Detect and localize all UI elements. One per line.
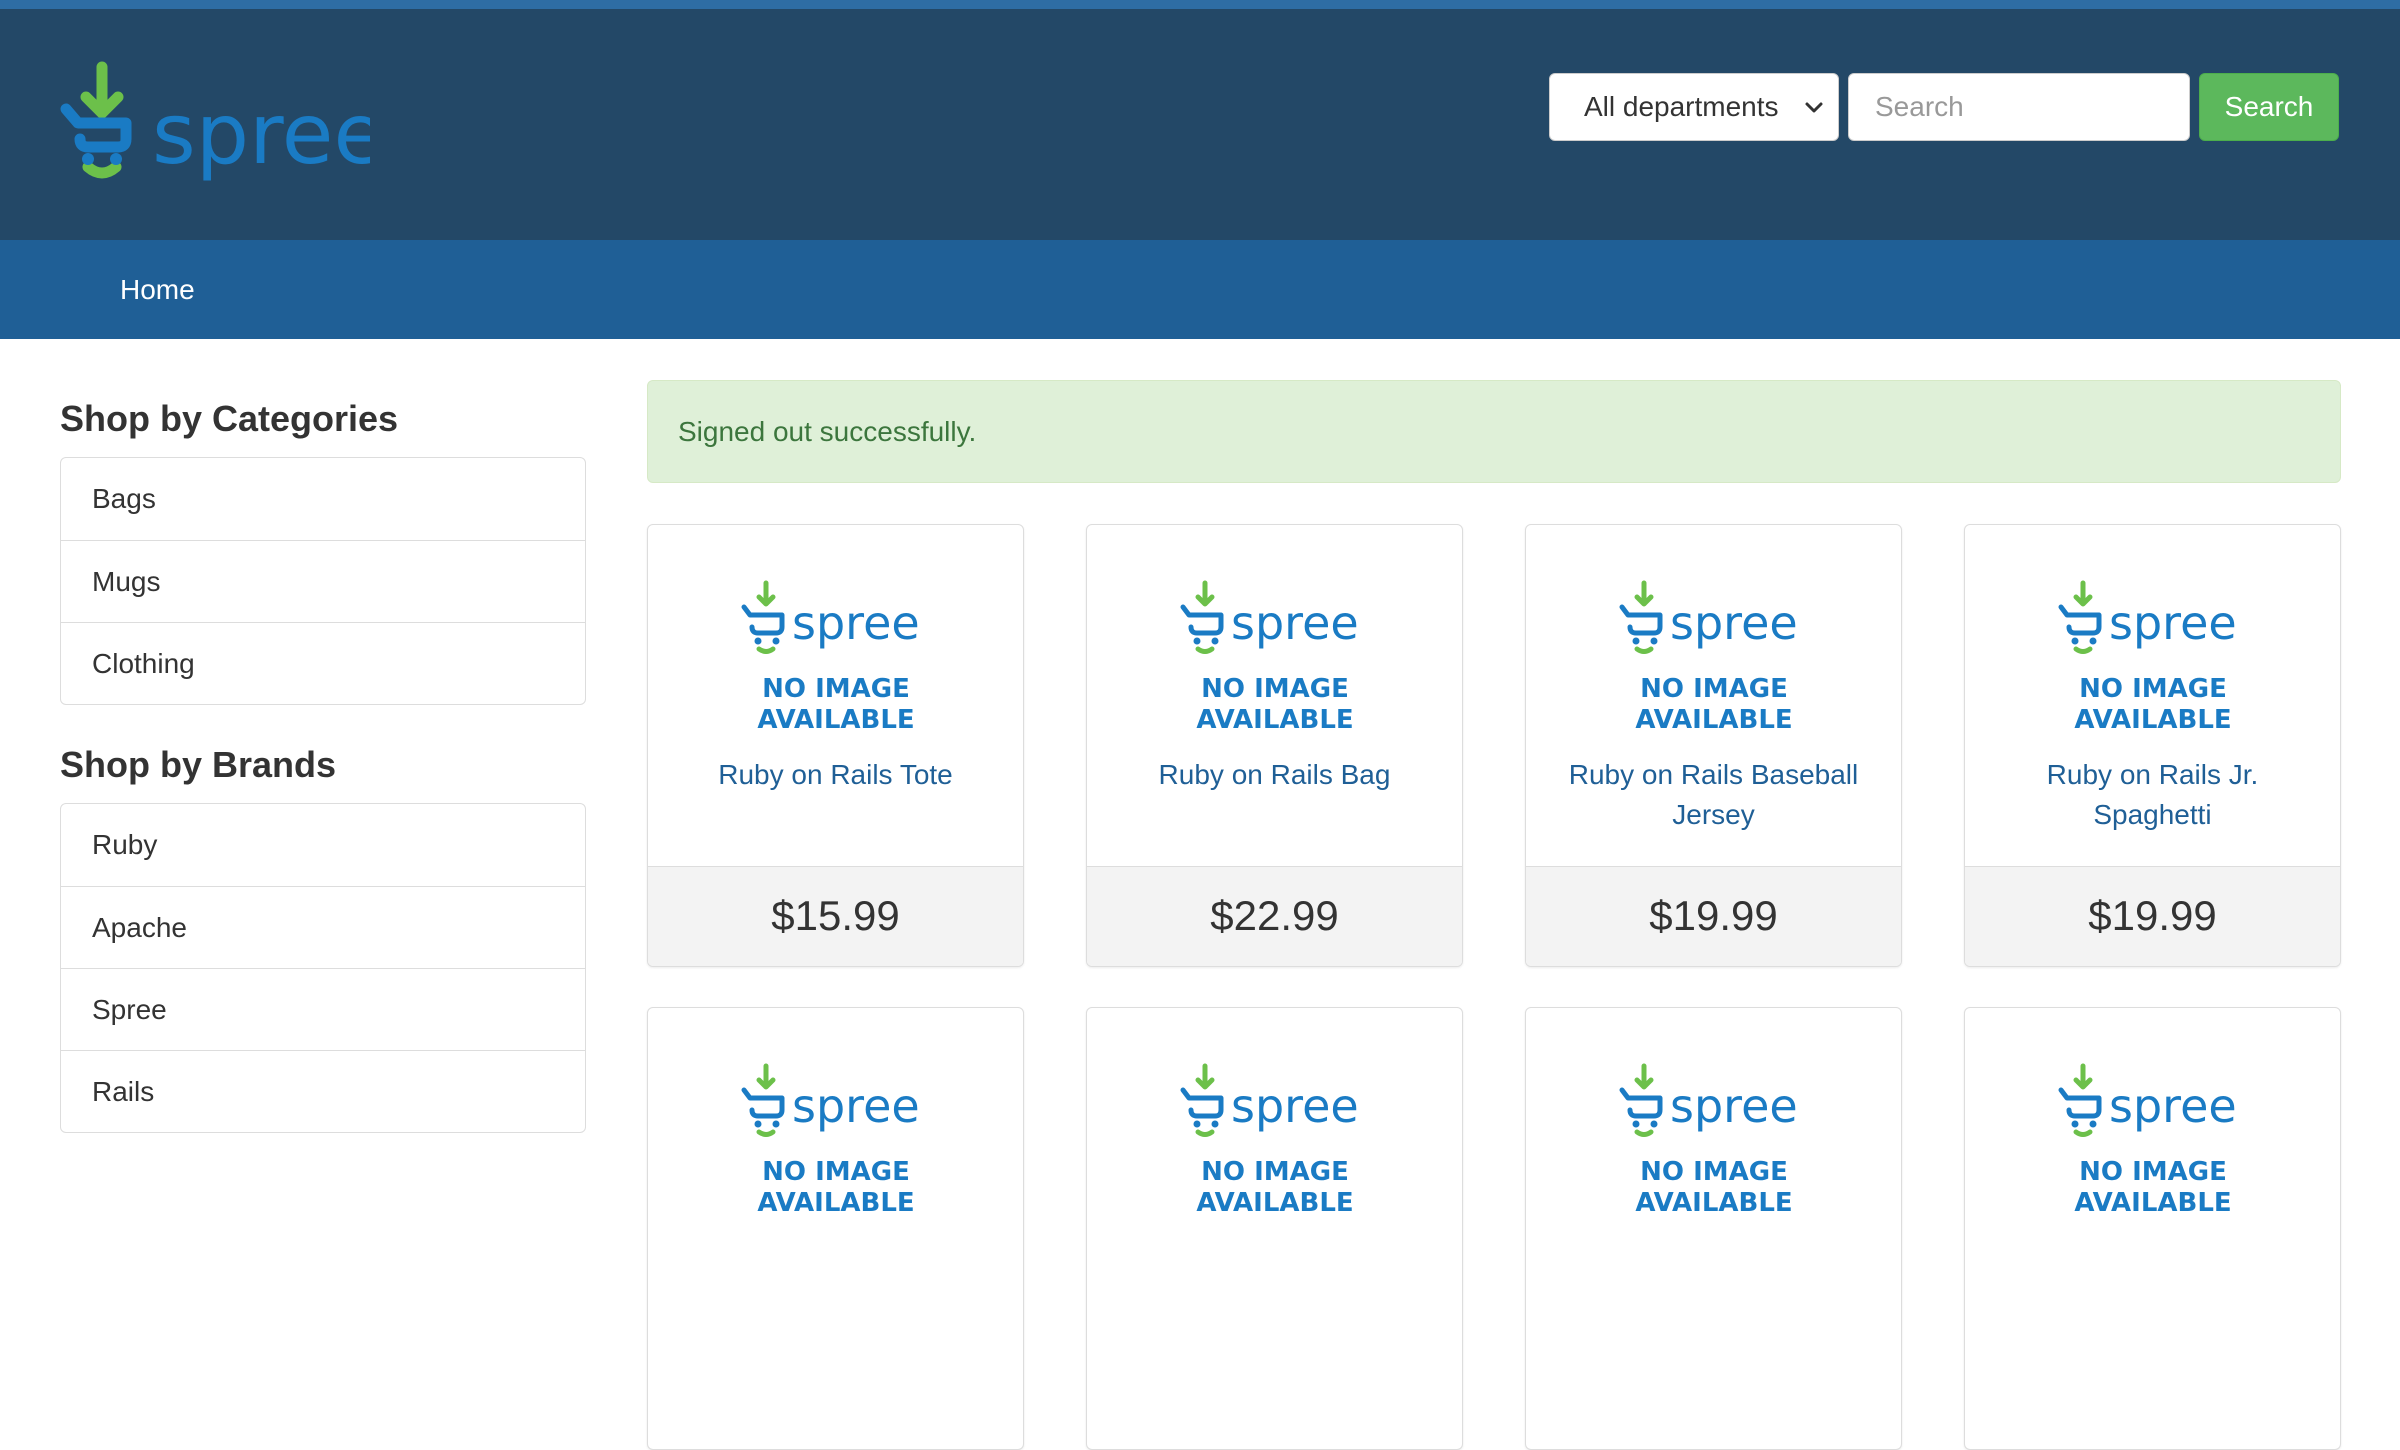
placeholder-line-1: NO IMAGE (1640, 674, 1788, 704)
placeholder-line-2: AVAILABLE (757, 705, 914, 731)
placeholder-line-2: AVAILABLE (1635, 1188, 1792, 1214)
product-name-link[interactable]: Ruby on Rails Bag (1107, 755, 1442, 795)
product-price: $22.99 (1087, 866, 1462, 966)
search-input[interactable] (1848, 73, 2190, 141)
top-accent-line (0, 0, 2400, 9)
product-price: $15.99 (648, 866, 1023, 966)
search-bar: All departments Search (1549, 73, 2339, 141)
department-select-value: All departments (1584, 91, 1779, 122)
category-item-bags[interactable]: Bags (61, 458, 585, 540)
flash-success-alert: Signed out successfully. (647, 380, 2341, 483)
categories-list: Bags Mugs Clothing (60, 457, 586, 705)
spree-logo[interactable]: spree (60, 61, 370, 189)
placeholder-brand-text: spree (1670, 1079, 1798, 1133)
placeholder-line-2: AVAILABLE (1635, 705, 1792, 731)
product-card[interactable]: spree NO IMAGE AVAILABLE Ruby on Rails B… (1086, 524, 1463, 967)
nav-home-link[interactable]: Home (120, 240, 195, 339)
placeholder-line-2: AVAILABLE (2074, 1188, 2231, 1214)
product-name-link[interactable]: Ruby on Rails Tote (668, 755, 1003, 795)
site-header: spree All departments Search (0, 9, 2400, 240)
placeholder-brand-text: spree (792, 596, 920, 650)
placeholder-line-2: AVAILABLE (1196, 705, 1353, 731)
brands-heading: Shop by Brands (60, 744, 337, 785)
no-image-placeholder: spree NO IMAGE AVAILABLE (2057, 579, 2249, 731)
placeholder-brand-text: spree (1231, 1079, 1359, 1133)
product-name-link[interactable]: Ruby on Rails Jr. Spaghetti (1985, 755, 2320, 835)
placeholder-brand-text: spree (2109, 596, 2237, 650)
placeholder-line-1: NO IMAGE (762, 674, 910, 704)
product-card[interactable]: spree NO IMAGE AVAILABLE (647, 1007, 1024, 1450)
placeholder-line-1: NO IMAGE (1201, 674, 1349, 704)
brand-item-ruby[interactable]: Ruby (61, 804, 585, 886)
brands-list: Ruby Apache Spree Rails (60, 803, 586, 1133)
placeholder-brand-text: spree (792, 1079, 920, 1133)
category-item-mugs[interactable]: Mugs (61, 540, 585, 622)
search-button[interactable]: Search (2199, 73, 2339, 141)
product-grid: spree NO IMAGE AVAILABLE Ruby on Rails T… (647, 524, 2341, 1450)
placeholder-line-2: AVAILABLE (1196, 1188, 1353, 1214)
brand-item-apache[interactable]: Apache (61, 886, 585, 968)
product-card[interactable]: spree NO IMAGE AVAILABLE Ruby on Rails J… (1964, 524, 2341, 967)
placeholder-line-1: NO IMAGE (2079, 1157, 2227, 1187)
placeholder-brand-text: spree (1670, 596, 1798, 650)
no-image-placeholder: spree NO IMAGE AVAILABLE (1618, 579, 1810, 731)
no-image-placeholder: spree NO IMAGE AVAILABLE (1179, 1062, 1371, 1214)
product-name-link[interactable]: Ruby on Rails Baseball Jersey (1546, 755, 1881, 835)
brand-item-spree[interactable]: Spree (61, 968, 585, 1050)
placeholder-brand-text: spree (1231, 596, 1359, 650)
product-price: $19.99 (1965, 866, 2340, 966)
placeholder-line-1: NO IMAGE (762, 1157, 910, 1187)
placeholder-line-2: AVAILABLE (757, 1188, 914, 1214)
no-image-placeholder: spree NO IMAGE AVAILABLE (2057, 1062, 2249, 1214)
no-image-placeholder: spree NO IMAGE AVAILABLE (740, 1062, 932, 1214)
product-price: $19.99 (1526, 866, 1901, 966)
brand-item-rails[interactable]: Rails (61, 1050, 585, 1132)
placeholder-brand-text: spree (2109, 1079, 2237, 1133)
categories-heading: Shop by Categories (60, 398, 399, 439)
logo-text: spree (152, 85, 370, 183)
no-image-placeholder: spree NO IMAGE AVAILABLE (740, 579, 932, 731)
chevron-down-icon (1805, 102, 1823, 113)
main-nav: Home (0, 240, 2400, 339)
placeholder-line-1: NO IMAGE (2079, 674, 2227, 704)
no-image-placeholder: spree NO IMAGE AVAILABLE (1179, 579, 1371, 731)
placeholder-line-1: NO IMAGE (1201, 1157, 1349, 1187)
product-card[interactable]: spree NO IMAGE AVAILABLE Ruby on Rails T… (647, 524, 1024, 967)
placeholder-line-2: AVAILABLE (2074, 705, 2231, 731)
department-select[interactable]: All departments (1549, 73, 1839, 141)
category-item-clothing[interactable]: Clothing (61, 622, 585, 704)
product-card[interactable]: spree NO IMAGE AVAILABLE Ruby on Rails B… (1525, 524, 1902, 967)
product-card[interactable]: spree NO IMAGE AVAILABLE (1086, 1007, 1463, 1450)
no-image-placeholder: spree NO IMAGE AVAILABLE (1618, 1062, 1810, 1214)
product-card[interactable]: spree NO IMAGE AVAILABLE (1525, 1007, 1902, 1450)
product-card[interactable]: spree NO IMAGE AVAILABLE (1964, 1007, 2341, 1450)
placeholder-line-1: NO IMAGE (1640, 1157, 1788, 1187)
